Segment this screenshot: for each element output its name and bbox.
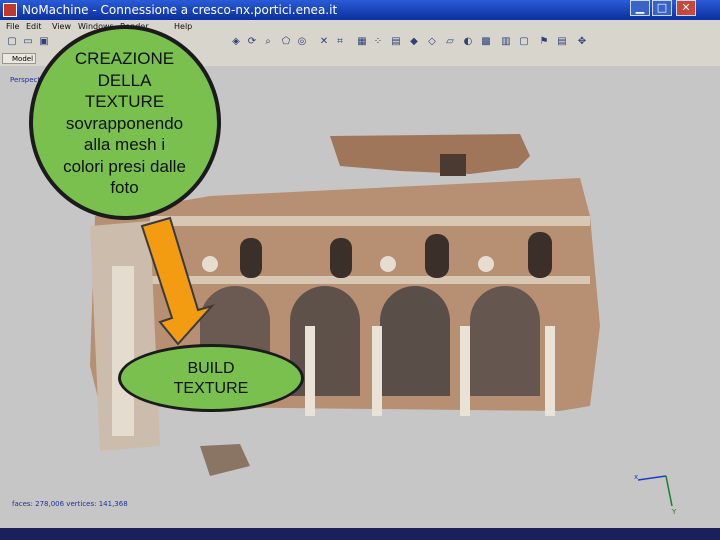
layers-icon[interactable]: ▥	[500, 36, 512, 48]
callout-line: sovrapponendo	[65, 113, 184, 133]
axis-gizmo-icon: x Y	[634, 473, 677, 516]
taskbar	[0, 528, 720, 540]
texture-icon[interactable]: ◇	[426, 36, 438, 48]
menu-file[interactable]: File	[6, 22, 19, 31]
flag-icon[interactable]: ⚑	[538, 36, 550, 48]
zoom-icon[interactable]: ⌕	[262, 36, 274, 48]
solid-icon[interactable]: ◆	[408, 36, 420, 48]
menu-edit[interactable]: Edit	[26, 22, 42, 31]
model-tab[interactable]: Model	[2, 53, 36, 64]
menu-view[interactable]: View	[52, 22, 71, 31]
callout-line: CREAZIONE	[74, 49, 175, 68]
callout-line: TEXTURE	[84, 92, 165, 111]
callout-texture-creation-text: CREAZIONE DELLA TEXTURE sovrapponendo al…	[32, 48, 217, 199]
select-icon[interactable]: ◎	[296, 36, 308, 48]
callout-line: TEXTURE	[173, 380, 249, 397]
flat-icon[interactable]: ▱	[444, 36, 456, 48]
close-button[interactable]: ✕	[676, 0, 696, 16]
snapshot-icon[interactable]: ▢	[518, 36, 530, 48]
callout-build-texture-text: BUILD TEXTURE	[118, 359, 304, 399]
camera-icon[interactable]: ▩	[480, 36, 492, 48]
wire-icon[interactable]: ▤	[390, 36, 402, 48]
new-icon[interactable]: ▢	[6, 36, 18, 48]
axis-icon[interactable]: ✥	[576, 36, 588, 48]
status-readout: faces: 278,006 vertices: 141,368	[12, 500, 128, 508]
rotate-icon[interactable]: ⟳	[246, 36, 258, 48]
maximize-button[interactable]: □	[652, 0, 672, 16]
light-icon[interactable]: ◐	[462, 36, 474, 48]
callout-line: colori presi dalle	[63, 156, 186, 176]
axis-x-label: x	[634, 473, 638, 481]
callout-line: DELLA	[97, 70, 152, 90]
callout-line: foto	[110, 178, 139, 197]
minimize-button[interactable]: ▁	[630, 0, 650, 16]
window-title: NoMachine - Connessione a cresco-nx.port…	[22, 3, 338, 17]
nomachine-app-icon	[3, 3, 17, 17]
measure-icon[interactable]: ⬠	[280, 36, 292, 48]
callout-line: alla mesh i	[83, 135, 166, 154]
save-icon[interactable]: ▣	[38, 36, 50, 48]
callout-line: BUILD	[187, 360, 235, 377]
points-icon[interactable]: ⁘	[372, 36, 384, 48]
crop-icon[interactable]: ⌗	[334, 36, 346, 48]
title-bar: NoMachine - Connessione a cresco-nx.port…	[0, 0, 720, 20]
cut-icon[interactable]: ✕	[318, 36, 330, 48]
grid-icon[interactable]: ▦	[356, 36, 368, 48]
menu-help[interactable]: Help	[174, 22, 192, 31]
axis-y-label: Y	[671, 508, 677, 516]
pointer-icon[interactable]: ◈	[230, 36, 242, 48]
open-icon[interactable]: ▭	[22, 36, 34, 48]
undo-icon[interactable]: ▤	[556, 36, 568, 48]
